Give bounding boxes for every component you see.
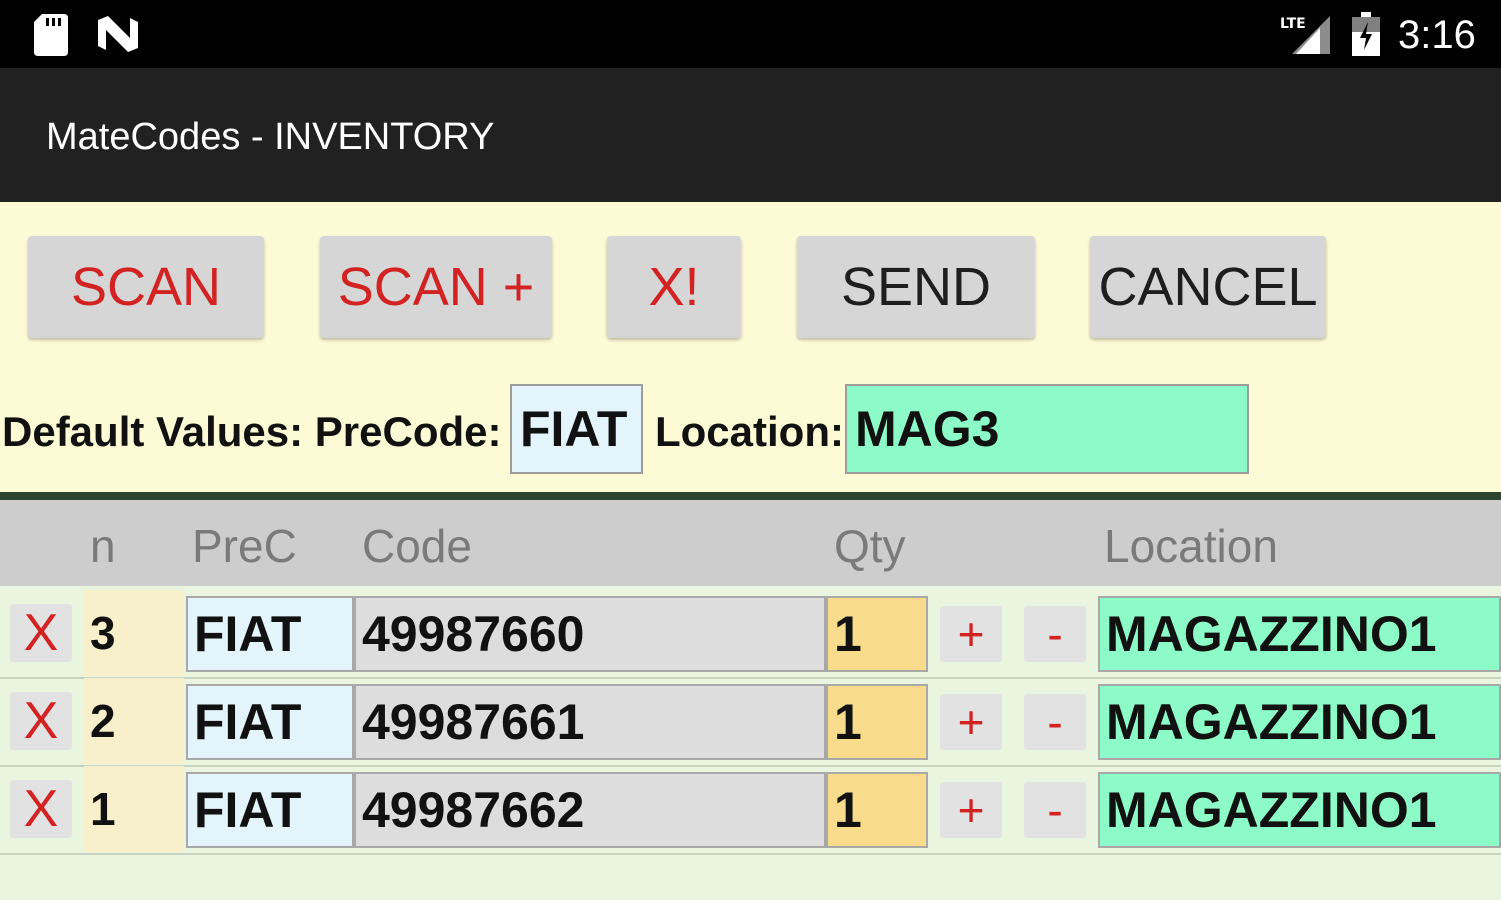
- location-field[interactable]: MAGAZZINO1: [1098, 596, 1501, 672]
- increment-button[interactable]: +: [940, 782, 1002, 838]
- table-row: X 2 FIAT 49987661 1 + - MAGAZZINO1: [0, 678, 1501, 764]
- cancel-button[interactable]: CANCEL: [1090, 236, 1326, 338]
- delete-all-button[interactable]: X!: [607, 236, 741, 338]
- send-button[interactable]: SEND: [797, 236, 1035, 338]
- quantity-field[interactable]: 1: [826, 596, 928, 672]
- default-values-label: Default Values: PreCode:: [2, 408, 502, 455]
- precode-field[interactable]: FIAT: [186, 684, 354, 760]
- divider: [0, 492, 1501, 500]
- code-field[interactable]: 49987661: [354, 684, 826, 760]
- default-location-input[interactable]: [845, 384, 1249, 474]
- column-header-prec: PreC: [192, 520, 297, 572]
- precode-field[interactable]: FIAT: [186, 772, 354, 848]
- table-header: n PreC Code Qty Location: [0, 500, 1501, 586]
- delete-row-button[interactable]: X: [10, 692, 72, 750]
- location-field[interactable]: MAGAZZINO1: [1098, 684, 1501, 760]
- decrement-button[interactable]: -: [1024, 782, 1086, 838]
- row-number: 1: [84, 766, 184, 852]
- delete-row-button[interactable]: X: [10, 780, 72, 838]
- increment-button[interactable]: +: [940, 606, 1002, 662]
- row-number: 3: [84, 590, 184, 676]
- code-field[interactable]: 49987662: [354, 772, 826, 848]
- scan-plus-button[interactable]: SCAN +: [320, 236, 552, 338]
- column-header-code: Code: [362, 520, 472, 572]
- row-number: 2: [84, 678, 184, 764]
- location-field[interactable]: MAGAZZINO1: [1098, 772, 1501, 848]
- decrement-button[interactable]: -: [1024, 694, 1086, 750]
- default-precode-input[interactable]: [510, 384, 643, 474]
- sd-card-icon: [34, 14, 68, 56]
- default-location-label: Location:: [655, 408, 844, 455]
- precode-field[interactable]: FIAT: [186, 596, 354, 672]
- code-field[interactable]: 49987660: [354, 596, 826, 672]
- row-divider: [0, 853, 1501, 855]
- quantity-field[interactable]: 1: [826, 684, 928, 760]
- table-row: X 3 FIAT 49987660 1 + - MAGAZZINO1: [0, 590, 1501, 676]
- table-row: X 1 FIAT 49987662 1 + - MAGAZZINO1: [0, 766, 1501, 852]
- scan-button[interactable]: SCAN: [28, 236, 264, 338]
- lte-signal-icon: LTE: [1280, 16, 1330, 54]
- app-title-bar: MateCodes - INVENTORY: [0, 68, 1501, 202]
- app-title: MateCodes - INVENTORY: [46, 116, 495, 158]
- column-header-qty: Qty: [834, 520, 906, 572]
- column-header-location: Location: [1104, 520, 1278, 572]
- column-header-n: n: [90, 520, 116, 572]
- battery-charging-icon: [1352, 12, 1380, 56]
- status-bar: LTE 3:16: [0, 0, 1501, 68]
- nfc-icon: [98, 16, 138, 52]
- clock-time: 3:16: [1398, 13, 1476, 57]
- delete-row-button[interactable]: X: [10, 604, 72, 662]
- svg-text:LTE: LTE: [1280, 16, 1306, 32]
- increment-button[interactable]: +: [940, 694, 1002, 750]
- decrement-button[interactable]: -: [1024, 606, 1086, 662]
- quantity-field[interactable]: 1: [826, 772, 928, 848]
